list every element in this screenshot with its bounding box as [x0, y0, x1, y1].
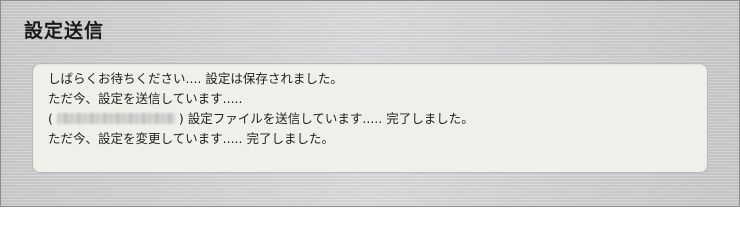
status-panel: しばらくお待ちください.... 設定は保存されました。 ただ今、設定を送信してい… [32, 63, 708, 173]
status-line-saved: しばらくお待ちください.... 設定は保存されました。 [48, 71, 343, 86]
file-sent-text: ) 設定ファイルを送信しています..... 完了しました。 [178, 111, 474, 126]
status-line-sending: ただ今、設定を送信しています..... [48, 91, 243, 106]
redacted-address [56, 113, 175, 124]
settings-send-window: 設定送信 しばらくお待ちください.... 設定は保存されました。 ただ今、設定を… [0, 0, 740, 207]
status-line-file-sent: ( ) 設定ファイルを送信しています..... 完了しました。 [48, 109, 707, 129]
page-title: 設定送信 [24, 20, 105, 42]
paren-open: ( [48, 111, 53, 126]
status-line-changed: ただ今、設定を変更しています..... 完了しました。 [48, 131, 334, 146]
